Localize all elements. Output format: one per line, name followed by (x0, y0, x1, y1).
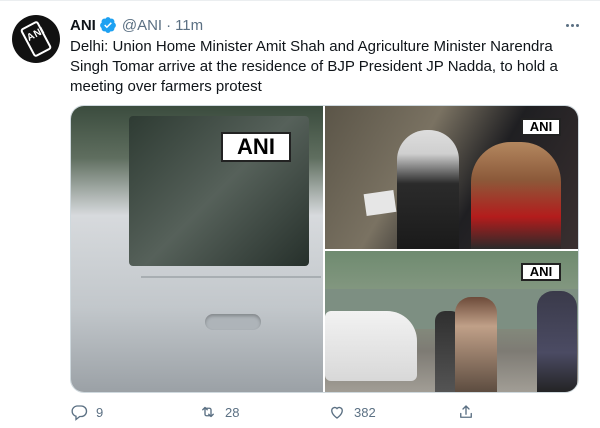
verified-badge-icon (99, 17, 116, 33)
retweet-icon (202, 406, 214, 418)
person-figure (537, 291, 577, 392)
photo-minister-in-car[interactable]: ANI (325, 106, 578, 249)
reply-icon (71, 405, 88, 421)
share-button[interactable] (457, 403, 586, 421)
person-figure (397, 130, 459, 249)
avatar[interactable]: ANI (12, 15, 60, 63)
photo-car-arrival[interactable]: ANI (71, 106, 323, 392)
car-door-handle (205, 314, 261, 330)
like-button[interactable]: 382 (328, 403, 457, 421)
ani-watermark: ANI (521, 263, 561, 281)
share-icon (460, 405, 472, 418)
person-figure (455, 297, 497, 392)
tweet-actions: 9 28 382 (70, 401, 586, 423)
tweet-card[interactable]: ANI ANI @ANI · 11m Delhi: Union Home Min… (0, 0, 600, 428)
heart-icon (331, 406, 343, 419)
more-dot-icon (575, 23, 579, 27)
author-name[interactable]: ANI (70, 17, 96, 34)
more-dot-icon (570, 23, 574, 27)
photo-outside-residence[interactable]: ANI (325, 251, 578, 392)
media-grid: ANI ANI ANI (70, 105, 579, 393)
person-figure (471, 142, 561, 249)
tweet-header: ANI @ANI · 11m (70, 15, 203, 35)
author-handle[interactable]: @ANI (122, 17, 162, 34)
paper-document (363, 190, 397, 216)
car-door-line (141, 276, 321, 278)
ani-watermark: ANI (221, 132, 291, 162)
separator-dot: · (166, 16, 172, 34)
like-count: 382 (354, 404, 376, 420)
retweet-button[interactable]: 28 (199, 403, 328, 421)
reply-count: 9 (96, 404, 104, 420)
reply-button[interactable]: 9 (70, 403, 199, 421)
tweet-text: Delhi: Union Home Minister Amit Shah and… (70, 38, 558, 95)
tweet-timestamp[interactable]: 11m (175, 17, 203, 34)
more-options-icon[interactable] (560, 15, 584, 35)
retweet-count: 28 (225, 404, 240, 420)
white-car (325, 311, 417, 381)
ani-watermark: ANI (521, 118, 561, 136)
more-dot-icon (565, 23, 569, 27)
